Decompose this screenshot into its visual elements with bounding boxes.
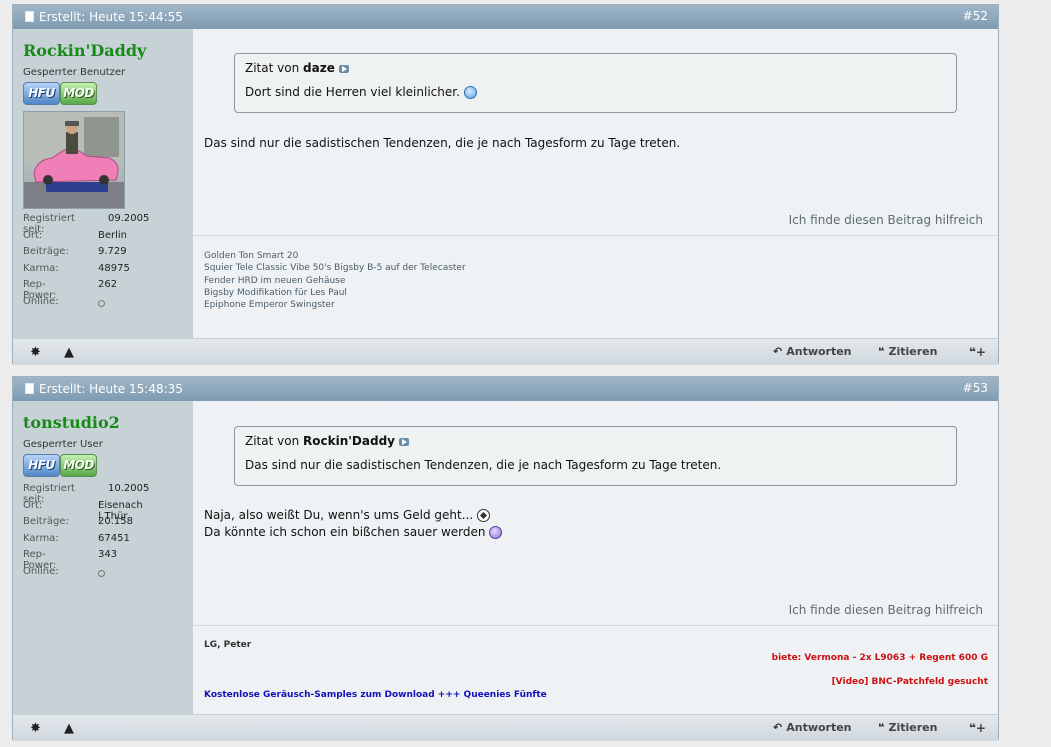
- forward-arrow-icon[interactable]: [338, 64, 349, 73]
- post-content: Zitat von Rockin'Daddy Das sind nur die …: [193, 401, 998, 715]
- multiquote-plus-icon[interactable]: ❝+: [969, 345, 986, 359]
- username-link[interactable]: Rockin'Daddy: [23, 41, 146, 60]
- quote-button[interactable]: ❝ Zitieren: [878, 721, 937, 734]
- user-badges: HFU MOD: [23, 454, 103, 477]
- soccer-ball-smiley-icon: [477, 509, 490, 522]
- user-title: Gesperrter Benutzer: [23, 67, 126, 78]
- post-52: Erstellt: Heute 15:44:55 #52 Rockin'Dadd…: [12, 4, 999, 365]
- quote-text: Dort sind die Herren viel kleinlicher.: [245, 85, 477, 99]
- forward-arrow-icon[interactable]: [398, 437, 409, 446]
- helpful-link[interactable]: Ich finde diesen Beitrag hilfreich: [789, 603, 983, 617]
- multiquote-plus-icon[interactable]: ❝+: [969, 721, 986, 735]
- message-body: Naja, also weißt Du, wenn's ums Geld geh…: [204, 507, 503, 541]
- quote-button[interactable]: ❝ Zitieren: [878, 345, 937, 358]
- signature-line[interactable]: Golden Ton Smart 20: [204, 250, 988, 262]
- offline-status-icon: [98, 299, 105, 307]
- user-info-panel: tonstudio2 Gesperrter User HFU MOD Regis…: [13, 401, 193, 715]
- mod-badge: MOD: [60, 454, 97, 477]
- reply-arrow-icon: ↶: [773, 345, 783, 358]
- post-date: Erstellt: Heute 15:48:35: [39, 382, 183, 396]
- post-header: Erstellt: Heute 15:44:55 #52: [13, 5, 998, 29]
- signature-greeting: LG, Peter: [204, 640, 252, 650]
- user-badges: HFU MOD: [23, 82, 103, 105]
- post-number-link[interactable]: #53: [963, 381, 988, 395]
- avatar[interactable]: [23, 111, 125, 209]
- warning-icon[interactable]: ▲: [64, 722, 74, 735]
- signature-line[interactable]: Bigsby Modifikation für Les Paul: [204, 287, 988, 299]
- signature: Golden Ton Smart 20 Squier Tele Classic …: [204, 250, 988, 311]
- quote-header: Zitat von Rockin'Daddy: [245, 434, 409, 448]
- signature-line[interactable]: Epiphone Emperor Swingster: [204, 299, 988, 311]
- signature-line[interactable]: Squier Tele Classic Vibe 50's Bigsby B-5…: [204, 262, 988, 274]
- user-title: Gesperrter User: [23, 439, 103, 450]
- quote-header: Zitat von daze: [245, 61, 349, 75]
- helpful-link[interactable]: Ich finde diesen Beitrag hilfreich: [789, 213, 983, 227]
- signature-video-link[interactable]: [Video] BNC-Patchfeld gesucht: [832, 677, 988, 687]
- post-footer: ✸ ▲ ↶ Antworten ❝ Zitieren ❝+: [13, 338, 998, 365]
- post-date: Erstellt: Heute 15:44:55: [39, 10, 183, 24]
- signature-line[interactable]: Fender HRD im neuen Gehäuse: [204, 275, 988, 287]
- quote-author: Rockin'Daddy: [303, 434, 395, 448]
- reply-arrow-icon: ↶: [773, 721, 783, 734]
- warning-icon[interactable]: ▲: [64, 346, 74, 359]
- reply-button[interactable]: ↶ Antworten: [773, 345, 852, 358]
- quote-bubble-icon: ❝: [878, 721, 885, 734]
- post-header: Erstellt: Heute 15:48:35 #53: [13, 377, 998, 401]
- document-icon: [25, 11, 34, 22]
- quote-bubble-icon: ❝: [878, 345, 885, 358]
- signature-divider: [193, 625, 998, 626]
- document-icon: [25, 383, 34, 394]
- hfu-badge: HFU: [23, 82, 60, 105]
- post-content: Zitat von daze Dort sind die Herren viel…: [193, 29, 998, 339]
- signature-divider: [193, 235, 998, 236]
- smiley-icon: [463, 86, 477, 99]
- sad-smiley-icon: [489, 526, 503, 539]
- quote-text: Das sind nur die sadistischen Tendenzen,…: [245, 458, 722, 472]
- quote-author: daze: [303, 61, 335, 75]
- star-icon[interactable]: ✸: [30, 722, 41, 735]
- offline-status-icon: [98, 569, 105, 577]
- signature-offer-link[interactable]: biete: Vermona - 2x L9063 + Regent 600 G: [772, 653, 988, 663]
- reply-button[interactable]: ↶ Antworten: [773, 721, 852, 734]
- post-number-link[interactable]: #52: [963, 9, 988, 23]
- signature: LG, Peter biete: Vermona - 2x L9063 + Re…: [204, 640, 988, 710]
- post-53: Erstellt: Heute 15:48:35 #53 tonstudio2 …: [12, 376, 999, 741]
- user-info-panel: Rockin'Daddy Gesperrter Benutzer HFU MOD…: [13, 29, 193, 339]
- signature-samples-link[interactable]: Kostenlose Geräusch-Samples zum Download…: [204, 690, 547, 700]
- post-footer: ✸ ▲ ↶ Antworten ❝ Zitieren ❝+: [13, 714, 998, 741]
- username-link[interactable]: tonstudio2: [23, 413, 120, 432]
- quote-box: Zitat von Rockin'Daddy Das sind nur die …: [234, 426, 957, 486]
- quote-box: Zitat von daze Dort sind die Herren viel…: [234, 53, 957, 113]
- message-body: Das sind nur die sadistischen Tendenzen,…: [204, 136, 681, 150]
- avatar-image: [24, 112, 124, 208]
- hfu-badge: HFU: [23, 454, 60, 477]
- mod-badge: MOD: [60, 82, 97, 105]
- star-icon[interactable]: ✸: [30, 346, 41, 359]
